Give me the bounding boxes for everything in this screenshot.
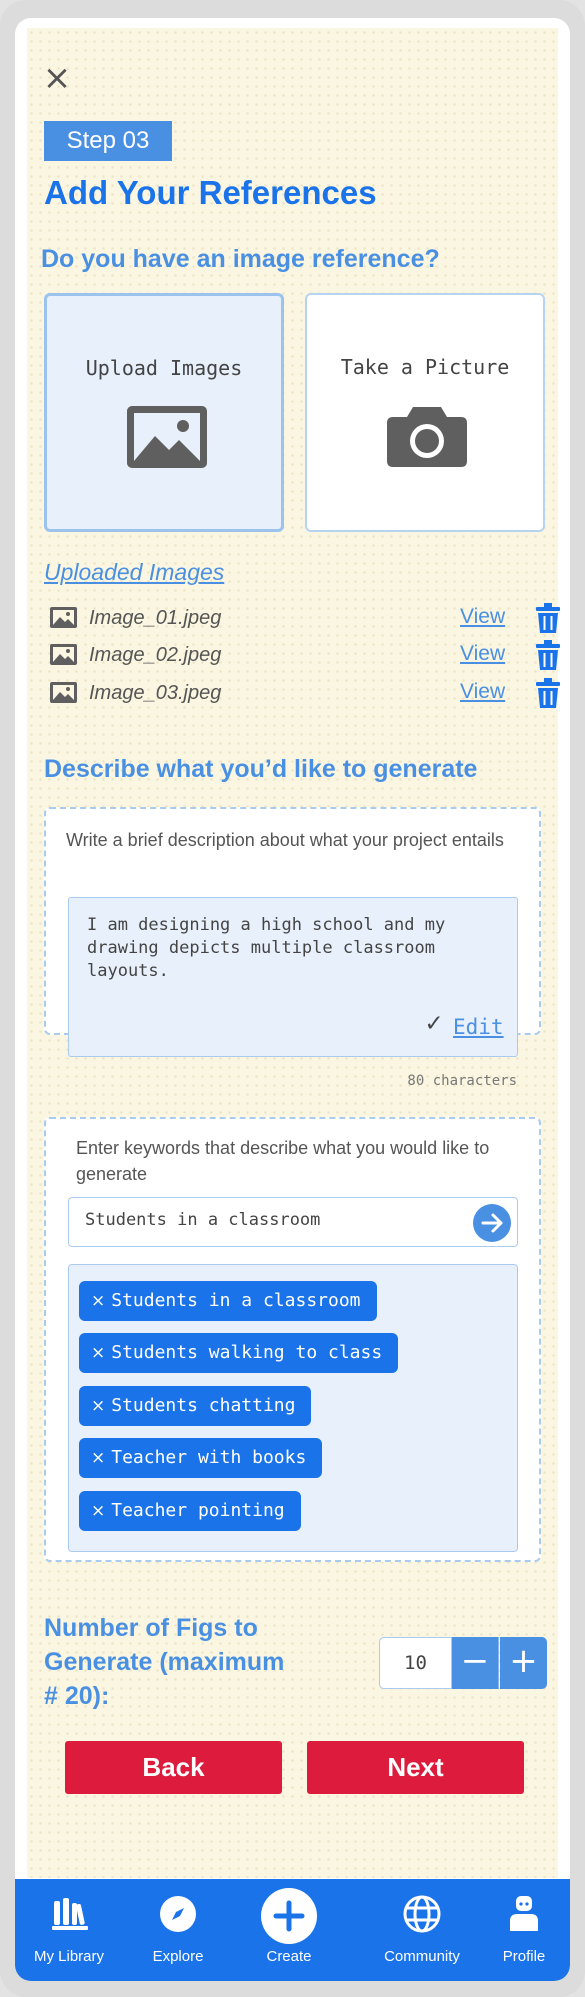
keywords-panel: Enter keywords that describe what you wo…: [44, 1117, 541, 1562]
keyword-tag-label: Students chatting: [111, 1395, 296, 1416]
nav-label: My Library: [33, 1948, 104, 1965]
image-file-icon: [50, 682, 77, 708]
nav-item-my-library[interactable]: My Library: [19, 1879, 119, 1981]
bottom-nav: My Library Explore Create Community Prof…: [15, 1879, 570, 1981]
trash-icon[interactable]: [535, 603, 561, 638]
file-row: Image_01.jpeg View: [44, 603, 560, 635]
remove-icon[interactable]: ×: [91, 1448, 105, 1468]
nav-label: Community: [384, 1948, 460, 1965]
nav-item-explore[interactable]: Explore: [128, 1879, 228, 1981]
keyword-tags-box: × Students in a classroom × Students walki…: [68, 1264, 518, 1552]
upload-images-option[interactable]: Upload Images: [44, 293, 284, 532]
nav-item-community[interactable]: Community: [372, 1879, 472, 1981]
file-row: Image_02.jpeg View: [44, 640, 560, 672]
user-icon: [510, 1896, 538, 1931]
file-row: Image_03.jpeg View: [44, 678, 560, 710]
decrement-button[interactable]: −: [452, 1637, 499, 1689]
remove-icon[interactable]: ×: [91, 1396, 105, 1416]
view-link[interactable]: View: [460, 680, 505, 704]
increment-button[interactable]: +: [500, 1637, 547, 1689]
nav-label: Profile: [502, 1948, 546, 1965]
image-file-icon: [50, 607, 77, 633]
description-panel: Write a brief description about what you…: [44, 807, 541, 1089]
keyword-tag-label: Students walking to class: [111, 1342, 383, 1363]
figs-count-value[interactable]: 10: [379, 1637, 452, 1689]
back-button[interactable]: Back: [65, 1741, 282, 1794]
keywords-instruction: Enter keywords that describe what you wo…: [76, 1138, 490, 1184]
compass-icon: [160, 1896, 196, 1932]
description-instruction: Write a brief description about what you…: [66, 830, 504, 850]
edit-link[interactable]: Edit: [453, 1016, 504, 1039]
image-icon: [127, 406, 207, 473]
page-title: Add Your References: [44, 174, 377, 211]
image-file-icon: [50, 644, 77, 670]
keyword-tag[interactable]: × Students chatting: [79, 1386, 312, 1426]
nav-label: Explore: [152, 1948, 204, 1965]
globe-icon: [403, 1895, 441, 1933]
view-link[interactable]: View: [460, 642, 505, 666]
file-name: Image_03.jpeg: [89, 682, 222, 704]
keyword-input[interactable]: [85, 1210, 445, 1230]
take-picture-label: Take a Picture: [340, 355, 510, 379]
remove-icon[interactable]: ×: [91, 1501, 105, 1521]
keyword-tag-label: Students in a classroom: [111, 1290, 361, 1311]
upload-images-label: Upload Images: [85, 356, 243, 380]
nav-label: Create: [266, 1948, 312, 1965]
device-frame: × Step 03 Add Your References Do you hav…: [0, 0, 585, 1997]
step-badge: Step 03: [44, 121, 172, 161]
figs-count-label: Number of Figs to Generate (maximum # 20…: [44, 1614, 285, 1710]
keyword-tag[interactable]: × Teacher with books: [79, 1438, 323, 1478]
plus-circle-icon: [261, 1888, 317, 1944]
keyword-input-box: [68, 1197, 518, 1247]
file-name: Image_02.jpeg: [89, 644, 222, 666]
keyword-tag-label: Teacher with books: [111, 1447, 307, 1468]
step-content: × Step 03 Add Your References Do you hav…: [27, 28, 560, 1878]
remove-icon[interactable]: ×: [91, 1291, 105, 1311]
library-icon: [52, 1898, 88, 1930]
description-textarea[interactable]: I am designing a high school and my draw…: [68, 897, 518, 1057]
character-count: 80 characters: [407, 1073, 517, 1089]
checkmark-icon: ✓: [426, 1008, 442, 1038]
next-button[interactable]: Next: [307, 1741, 524, 1794]
uploaded-images-link[interactable]: Uploaded Images: [44, 559, 224, 586]
arrow-right-icon[interactable]: [473, 1204, 511, 1242]
trash-icon[interactable]: [535, 640, 561, 675]
keyword-tag-label: Teacher pointing: [111, 1500, 285, 1521]
file-name: Image_01.jpeg: [89, 607, 222, 629]
take-picture-option[interactable]: Take a Picture: [305, 293, 545, 532]
keyword-tag[interactable]: × Teacher pointing: [79, 1491, 301, 1531]
keyword-tag[interactable]: × Students walking to class: [79, 1333, 399, 1373]
describe-heading: Describe what you’d like to generate: [44, 755, 478, 783]
remove-icon[interactable]: ×: [91, 1343, 105, 1363]
keyword-tag[interactable]: × Students in a classroom: [79, 1281, 377, 1321]
trash-icon[interactable]: [535, 678, 561, 713]
description-text: I am designing a high school and my draw…: [87, 915, 446, 981]
nav-item-profile[interactable]: Profile: [474, 1879, 570, 1981]
nav-item-create[interactable]: Create: [239, 1879, 339, 1981]
close-icon[interactable]: ×: [41, 61, 73, 95]
camera-icon: [387, 405, 467, 472]
app-screen: × Step 03 Add Your References Do you hav…: [15, 18, 570, 1981]
view-link[interactable]: View: [460, 605, 505, 629]
reference-question: Do you have an image reference?: [41, 245, 440, 273]
